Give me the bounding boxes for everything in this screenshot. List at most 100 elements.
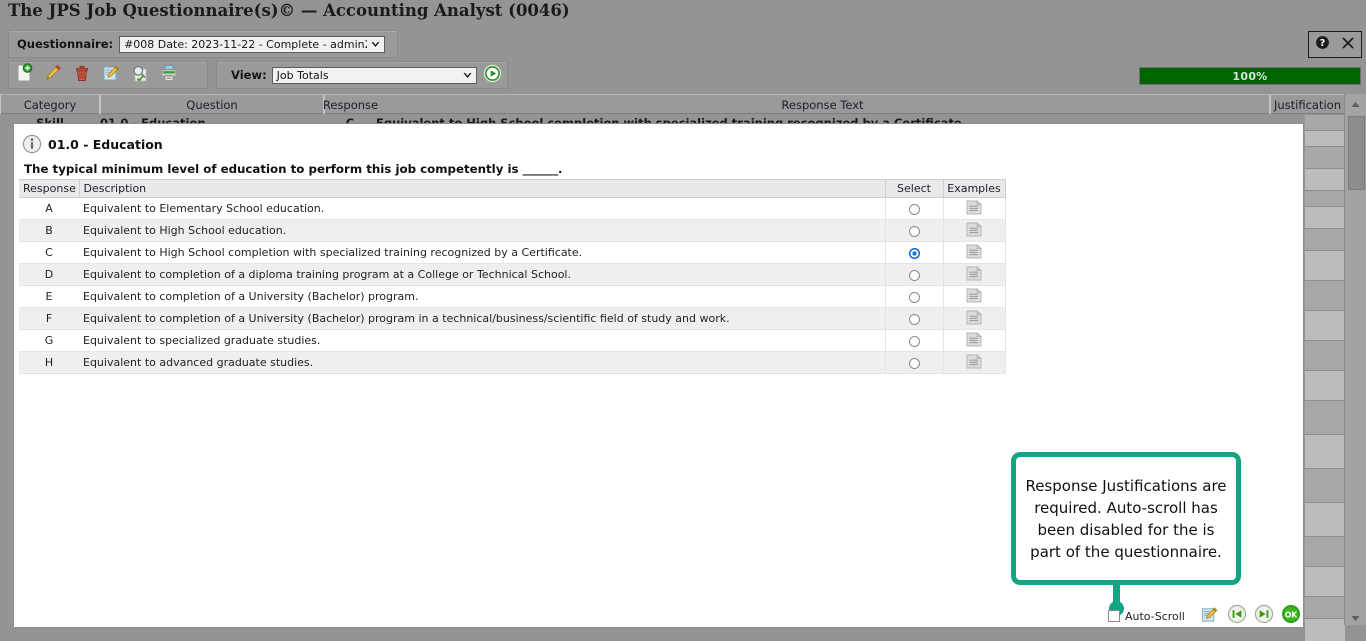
grid-background-row <box>1305 371 1345 401</box>
next-record-button[interactable] <box>1254 604 1274 626</box>
edit-button[interactable] <box>38 63 67 87</box>
response-examples-cell[interactable] <box>943 329 1006 352</box>
response-examples-cell[interactable] <box>943 263 1006 286</box>
chevron-down-icon <box>459 68 476 83</box>
questionnaire-select-value: #008 Date: 2023-11-22 - Complete - admin… <box>124 37 368 51</box>
response-select-cell[interactable] <box>884 219 944 242</box>
auto-scroll-checkbox[interactable] <box>1108 610 1120 622</box>
delete-button[interactable] <box>67 63 96 87</box>
document-lines-icon[interactable] <box>966 199 983 218</box>
response-select-cell[interactable] <box>884 351 944 374</box>
response-select-cell[interactable] <box>884 241 944 264</box>
skip-back-icon <box>1227 604 1247 628</box>
response-option-row[interactable]: F Equivalent to completion of a Universit… <box>19 307 1006 330</box>
response-radio-a[interactable] <box>908 203 920 215</box>
edit-notes-button[interactable] <box>96 63 125 87</box>
response-radio-d[interactable] <box>908 269 920 281</box>
response-select-cell[interactable] <box>884 307 944 330</box>
response-letter: G <box>19 329 79 352</box>
document-lines-icon[interactable] <box>966 287 983 306</box>
response-select-cell[interactable] <box>884 263 944 286</box>
response-radio-b[interactable] <box>908 225 920 237</box>
questionnaire-select[interactable]: #008 Date: 2023-11-22 - Complete - admin… <box>119 35 386 53</box>
search-button[interactable] <box>125 63 154 87</box>
response-examples-cell[interactable] <box>943 219 1006 242</box>
print-button[interactable] <box>154 63 183 87</box>
new-document-button[interactable] <box>9 63 38 87</box>
response-letter: F <box>19 307 79 330</box>
col-examples: Examples <box>943 179 1006 198</box>
triangle-up-icon <box>1351 93 1360 112</box>
grid-header-response-text[interactable]: Response Text <box>376 95 1270 114</box>
document-lines-icon[interactable] <box>966 221 983 240</box>
first-record-button[interactable] <box>1227 604 1247 628</box>
response-description: Equivalent to completion of a University… <box>79 285 885 308</box>
grid-header-category[interactable]: Category <box>0 95 100 114</box>
response-radio-h[interactable] <box>908 357 920 369</box>
response-option-row[interactable]: G Equivalent to specialized graduate stud… <box>19 329 1006 352</box>
response-option-row[interactable]: H Equivalent to advanced graduate studies… <box>19 351 1006 374</box>
grid-background-row <box>1305 131 1345 147</box>
response-description: Equivalent to Elementary School educatio… <box>79 197 885 220</box>
document-lines-icon[interactable] <box>966 243 983 262</box>
progress-fill: 100% <box>1140 68 1360 84</box>
response-radio-c[interactable] <box>908 247 920 259</box>
response-option-row[interactable]: A Equivalent to Elementary School educati… <box>19 197 1006 220</box>
dialog-title: 01.0 - Education <box>22 134 163 154</box>
grid-background-row <box>1305 229 1345 251</box>
response-radio-f[interactable] <box>908 313 920 325</box>
vertical-scrollbar[interactable] <box>1344 94 1366 625</box>
col-select: Select <box>884 179 944 198</box>
response-option-row[interactable]: E Equivalent to completion of a Universit… <box>19 285 1006 308</box>
response-select-cell[interactable] <box>884 329 944 352</box>
close-button[interactable] <box>1337 34 1359 56</box>
response-examples-cell[interactable] <box>943 241 1006 264</box>
response-option-row[interactable]: C Equivalent to High School completion wi… <box>19 241 1006 264</box>
response-letter: A <box>19 197 79 220</box>
response-letter: B <box>19 219 79 242</box>
response-select-cell[interactable] <box>884 197 944 220</box>
help-button[interactable]: ? <box>1311 34 1333 56</box>
response-examples-cell[interactable] <box>943 351 1006 374</box>
response-radio-g[interactable] <box>908 335 920 347</box>
response-letter: E <box>19 285 79 308</box>
completion-progress-bar: 100% <box>1139 67 1361 85</box>
document-lines-icon[interactable] <box>966 331 983 350</box>
grid-header-response[interactable]: Response <box>323 95 378 114</box>
edit-justification-button[interactable] <box>1200 606 1220 626</box>
scroll-up-button[interactable] <box>1345 94 1366 111</box>
questionnaire-toolbar: Questionnaire: #008 Date: 2023-11-22 - C… <box>8 30 398 58</box>
view-toolbar: View: Job Totals <box>216 61 508 89</box>
response-examples-cell[interactable] <box>943 285 1006 308</box>
response-letter: H <box>19 351 79 374</box>
grid-header-row: Category Question Response Response Text… <box>0 94 1345 114</box>
document-lines-icon[interactable] <box>966 265 983 284</box>
grid-header-justification[interactable]: Justification <box>1270 95 1345 114</box>
scroll-down-button[interactable] <box>1345 608 1366 625</box>
grid-header-question[interactable]: Question <box>100 95 324 114</box>
document-lines-icon[interactable] <box>966 309 983 328</box>
run-view-button[interactable] <box>482 63 503 88</box>
grid-background-rows <box>1305 115 1345 641</box>
ok-button[interactable]: OK <box>1281 605 1301 626</box>
response-letter: C <box>19 241 79 264</box>
response-examples-cell[interactable] <box>943 197 1006 220</box>
document-lines-icon[interactable] <box>966 353 983 372</box>
response-select-cell[interactable] <box>884 285 944 308</box>
view-select[interactable]: Job Totals <box>271 66 477 84</box>
tooltip-callout: Response Justifications are required. Au… <box>1011 452 1241 585</box>
grid-background-row <box>1305 311 1345 341</box>
response-option-row[interactable]: B Equivalent to High School education. <box>19 219 1006 242</box>
response-description: Equivalent to High School education. <box>79 219 885 242</box>
svg-text:OK: OK <box>1285 610 1298 619</box>
response-options-table: Response Description Select Examples A Eq… <box>19 179 1006 374</box>
response-radio-e[interactable] <box>908 291 920 303</box>
grid-background-row <box>1305 207 1345 229</box>
play-circle-icon <box>482 63 503 88</box>
scrollbar-thumb[interactable] <box>1348 116 1365 190</box>
response-option-row[interactable]: D Equivalent to completion of a diploma t… <box>19 263 1006 286</box>
help-icon: ? <box>1315 35 1330 54</box>
grid-background-row <box>1305 619 1345 641</box>
response-examples-cell[interactable] <box>943 307 1006 330</box>
grid-background-row <box>1305 251 1345 281</box>
